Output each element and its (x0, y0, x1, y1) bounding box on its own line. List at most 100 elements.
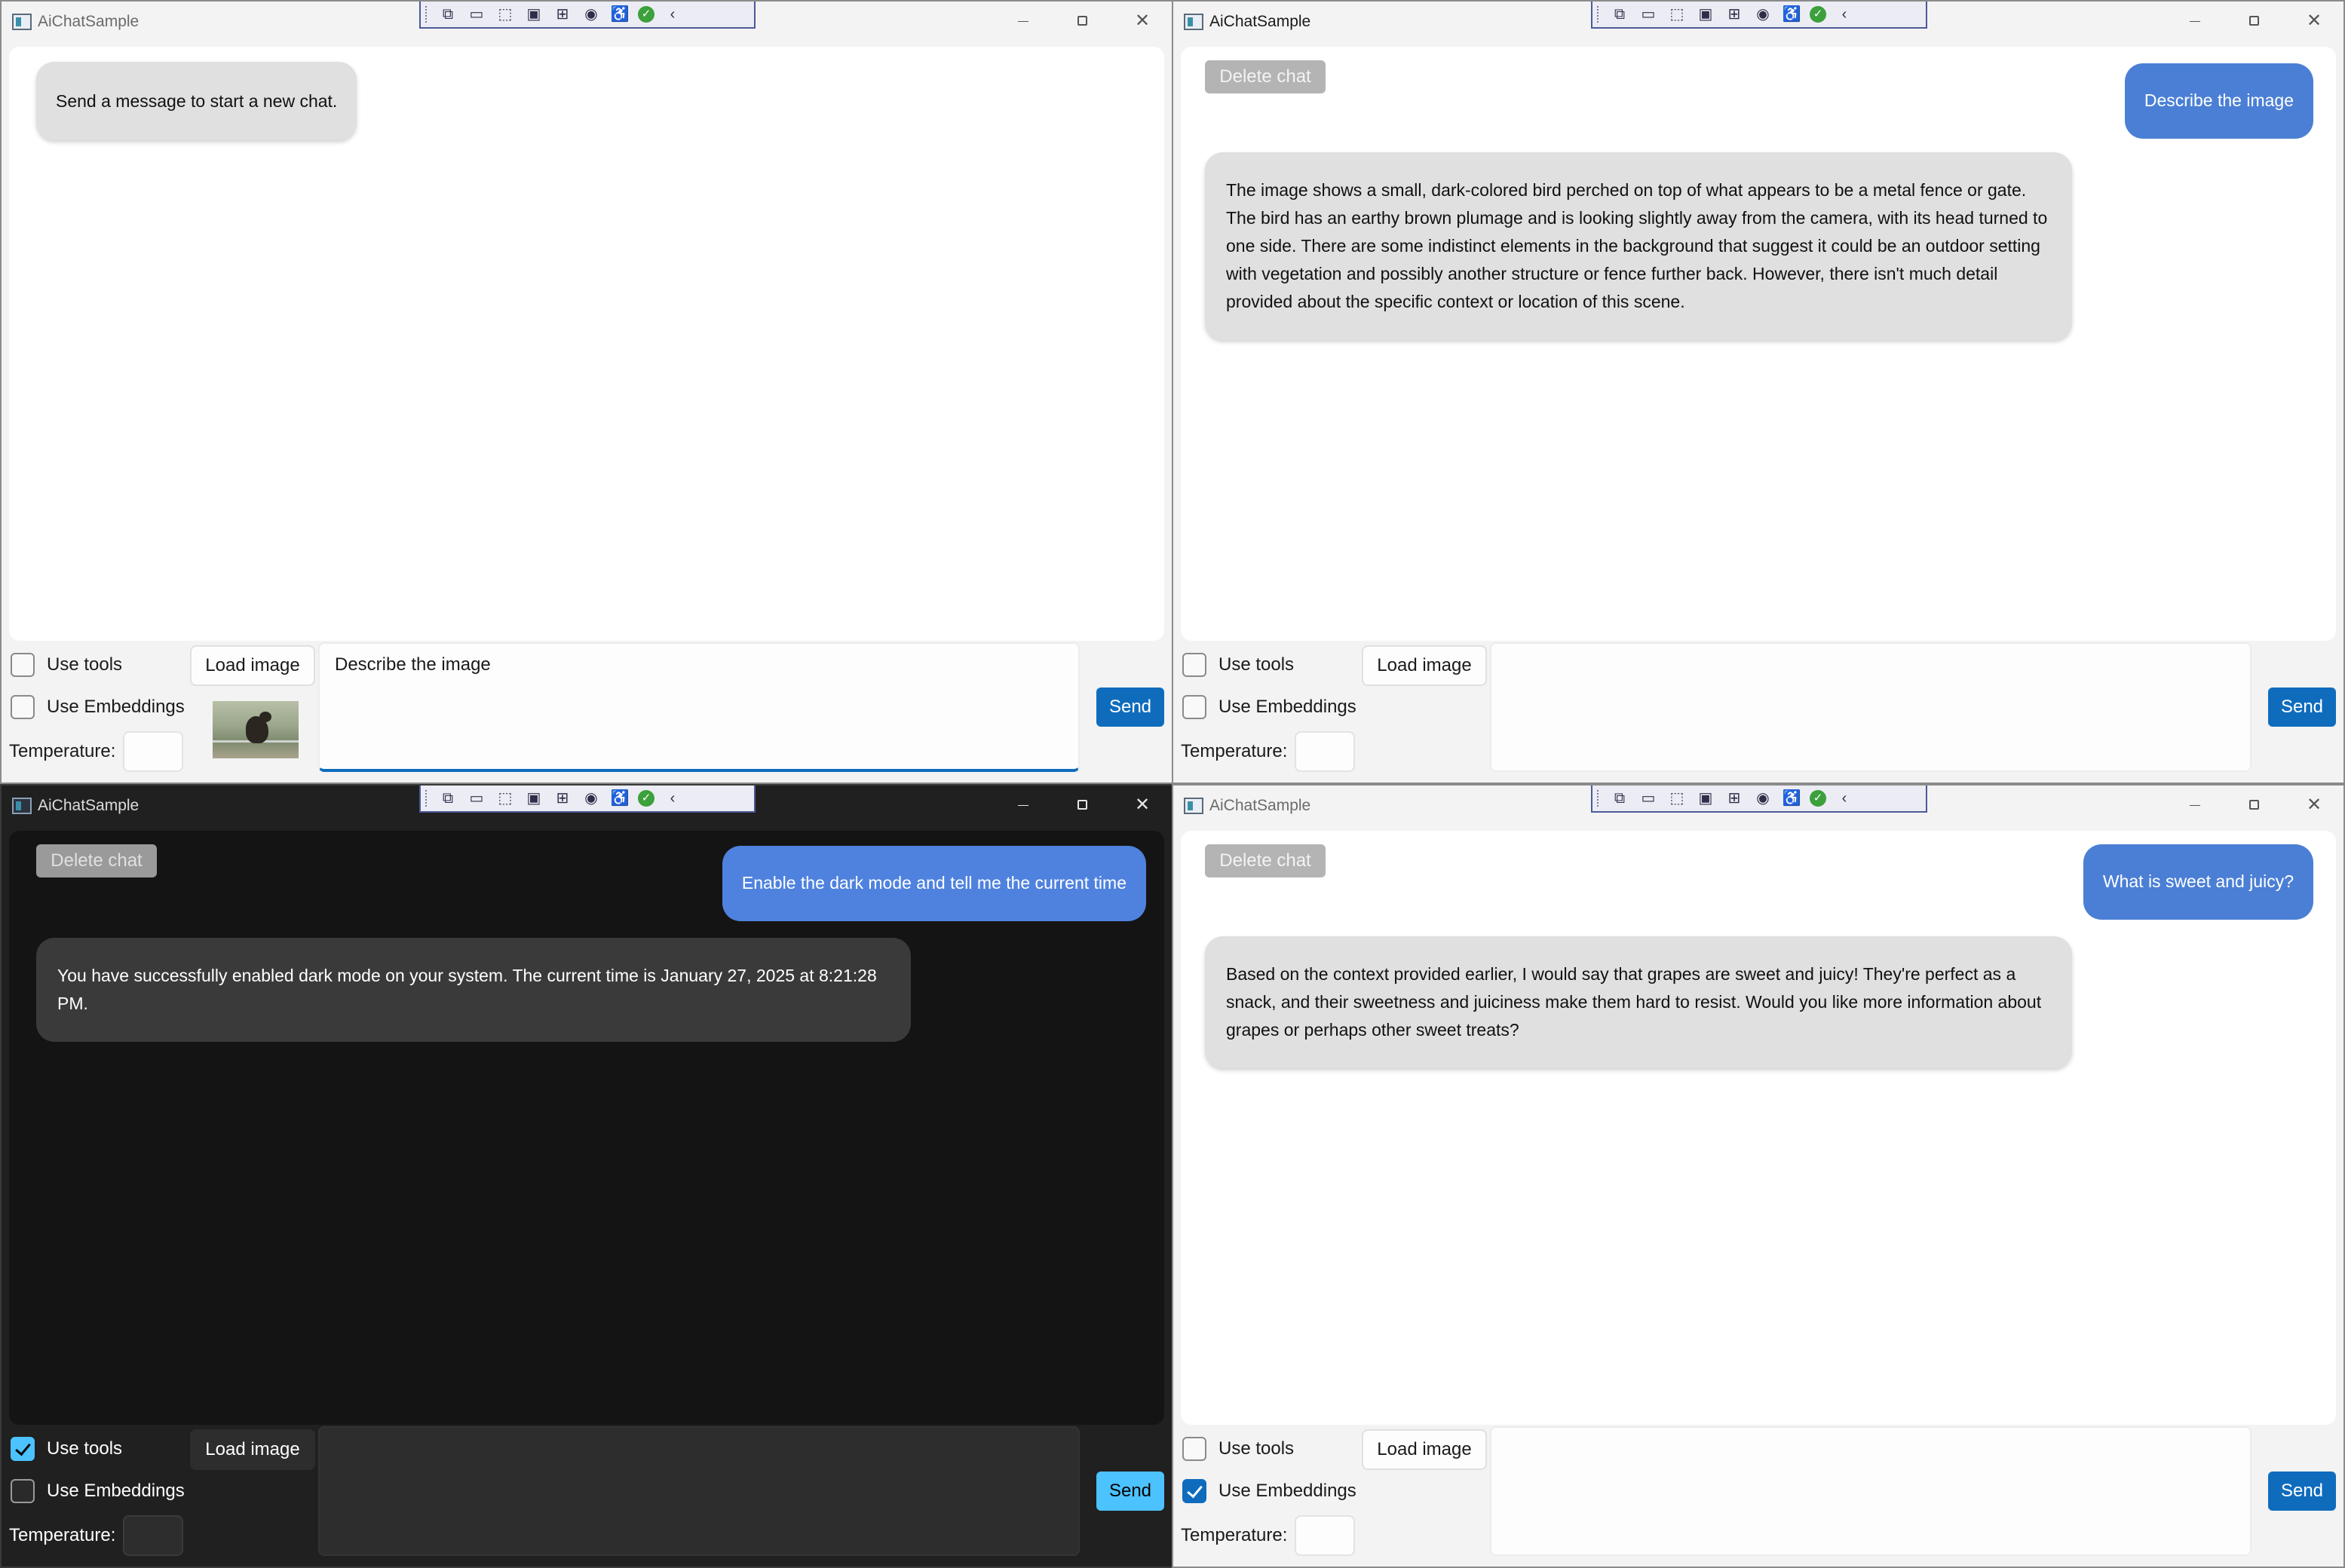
temperature-row: Temperature: (1181, 1515, 1356, 1556)
delete-chat-button[interactable]: Delete chat (1205, 844, 1326, 877)
display-layout-adorners-icon[interactable]: ▣ (1695, 5, 1716, 23)
close-button[interactable]: ✕ (1116, 790, 1169, 820)
use-tools-checkbox[interactable] (11, 1437, 35, 1461)
select-element-icon[interactable]: ⬚ (495, 789, 516, 807)
record-icon[interactable]: ▭ (466, 5, 487, 23)
display-layout-adorners-icon[interactable]: ▣ (1695, 789, 1716, 807)
accessibility-checker-icon[interactable]: ♿ (1781, 5, 1802, 23)
minimize-button[interactable] (995, 790, 1048, 820)
select-element-icon[interactable]: ⬚ (1666, 789, 1687, 807)
live-visual-tree-icon[interactable]: ⧉ (1609, 789, 1630, 807)
app-icon (1184, 798, 1203, 814)
record-icon[interactable]: ▭ (466, 789, 487, 807)
maximize-button[interactable] (1056, 6, 1108, 36)
binding-failures-icon[interactable]: ◉ (581, 789, 602, 807)
temperature-label: Temperature: (1181, 1525, 1288, 1545)
minimize-button[interactable] (2167, 6, 2220, 36)
user-message: What is sweet and juicy? (2083, 844, 2313, 920)
display-layout-adorners-icon[interactable]: ▣ (523, 789, 544, 807)
accessibility-checker-icon[interactable]: ♿ (1781, 789, 1802, 807)
collapse-chevron-icon[interactable]: ‹ (1834, 789, 1855, 807)
load-image-button[interactable]: Load image (190, 645, 315, 686)
window-title: AiChatSample (1209, 13, 1311, 30)
close-button[interactable]: ✕ (2288, 790, 2340, 820)
close-button[interactable]: ✕ (1116, 6, 1169, 36)
temperature-input[interactable] (1295, 731, 1356, 772)
use-embeddings-checkbox[interactable] (1182, 1479, 1206, 1503)
bird-head-shape (259, 712, 271, 722)
chat-window-embeddings: AiChatSample ✕ ⧉ ▭ ⬚ ▣ ⊞ ◉ ♿ ✓ ‹ Delete … (1172, 784, 2345, 1568)
toolbar-grip-icon[interactable] (1597, 790, 1602, 807)
temperature-input[interactable] (1295, 1515, 1356, 1556)
user-message: Enable the dark mode and tell me the cur… (722, 846, 1146, 921)
checkmark-icon[interactable]: ✓ (638, 6, 654, 23)
track-focus-icon[interactable]: ⊞ (1724, 5, 1745, 23)
delete-chat-button[interactable]: Delete chat (36, 844, 157, 877)
record-icon[interactable]: ▭ (1638, 789, 1659, 807)
maximize-button[interactable] (1056, 790, 1108, 820)
track-focus-icon[interactable]: ⊞ (1724, 789, 1745, 807)
message-input[interactable] (1490, 642, 2252, 772)
maximize-button[interactable] (2227, 6, 2280, 36)
ai-message: Based on the context provided earlier, I… (1205, 936, 2072, 1068)
binding-failures-icon[interactable]: ◉ (1752, 789, 1773, 807)
maximize-button[interactable] (2227, 790, 2280, 820)
select-element-icon[interactable]: ⬚ (1666, 5, 1687, 23)
send-button[interactable]: Send (2268, 688, 2336, 727)
use-tools-checkbox[interactable] (1182, 653, 1206, 677)
select-element-icon[interactable]: ⬚ (495, 5, 516, 23)
toolbar-grip-icon[interactable] (425, 6, 430, 23)
checkmark-icon[interactable]: ✓ (638, 790, 654, 807)
minimize-button[interactable] (995, 6, 1048, 36)
toolbar-grip-icon[interactable] (425, 790, 430, 807)
chat-area: Delete chat Describe the image The image… (1181, 47, 2336, 641)
temperature-label: Temperature: (9, 1525, 116, 1545)
display-layout-adorners-icon[interactable]: ▣ (523, 5, 544, 23)
message-input[interactable] (318, 1426, 1080, 1556)
use-tools-label: Use tools (47, 654, 123, 675)
debug-toolbar: ⧉ ▭ ⬚ ▣ ⊞ ◉ ♿ ✓ ‹ (419, 786, 756, 813)
send-button[interactable]: Send (1096, 1472, 1164, 1511)
use-tools-checkbox[interactable] (11, 653, 35, 677)
collapse-chevron-icon[interactable]: ‹ (662, 789, 683, 807)
live-visual-tree-icon[interactable]: ⧉ (1609, 5, 1630, 23)
chat-area: Delete chat What is sweet and juicy? Bas… (1181, 831, 2336, 1425)
load-image-button[interactable]: Load image (190, 1429, 315, 1470)
track-focus-icon[interactable]: ⊞ (552, 789, 573, 807)
input-panel: Use tools Use Embeddings Load image Temp… (2, 642, 1172, 782)
load-image-button[interactable]: Load image (1362, 645, 1487, 686)
chat-window-new: AiChatSample ✕ ⧉ ▭ ⬚ ▣ ⊞ ◉ ♿ ✓ ‹ Send a … (0, 0, 1173, 784)
message-input[interactable] (1490, 1426, 2252, 1556)
track-focus-icon[interactable]: ⊞ (552, 5, 573, 23)
checkmark-icon[interactable]: ✓ (1810, 6, 1826, 23)
record-icon[interactable]: ▭ (1638, 5, 1659, 23)
use-embeddings-checkbox[interactable] (11, 695, 35, 719)
toolbar-grip-icon[interactable] (1597, 6, 1602, 23)
live-visual-tree-icon[interactable]: ⧉ (437, 5, 458, 23)
temperature-input[interactable] (123, 731, 184, 772)
ai-message: The image shows a small, dark-colored bi… (1205, 152, 2072, 340)
delete-chat-button[interactable]: Delete chat (1205, 60, 1326, 93)
send-button[interactable]: Send (2268, 1472, 2336, 1511)
use-embeddings-checkbox[interactable] (1182, 695, 1206, 719)
message-input[interactable]: Describe the image (318, 642, 1080, 772)
user-message: Describe the image (2124, 63, 2313, 139)
accessibility-checker-icon[interactable]: ♿ (609, 5, 630, 23)
minimize-button[interactable] (2167, 790, 2220, 820)
binding-failures-icon[interactable]: ◉ (1752, 5, 1773, 23)
ai-message: You have successfully enabled dark mode … (36, 938, 911, 1042)
temperature-label: Temperature: (1181, 741, 1288, 761)
use-tools-checkbox[interactable] (1182, 1437, 1206, 1461)
input-panel: Use tools Use Embeddings Load image Temp… (1173, 642, 2343, 782)
collapse-chevron-icon[interactable]: ‹ (662, 5, 683, 23)
load-image-button[interactable]: Load image (1362, 1429, 1487, 1470)
use-embeddings-checkbox[interactable] (11, 1479, 35, 1503)
checkmark-icon[interactable]: ✓ (1810, 790, 1826, 807)
collapse-chevron-icon[interactable]: ‹ (1834, 5, 1855, 23)
send-button[interactable]: Send (1096, 688, 1164, 727)
accessibility-checker-icon[interactable]: ♿ (609, 789, 630, 807)
binding-failures-icon[interactable]: ◉ (581, 5, 602, 23)
live-visual-tree-icon[interactable]: ⧉ (437, 789, 458, 807)
temperature-input[interactable] (123, 1515, 184, 1556)
close-button[interactable]: ✕ (2288, 6, 2340, 36)
